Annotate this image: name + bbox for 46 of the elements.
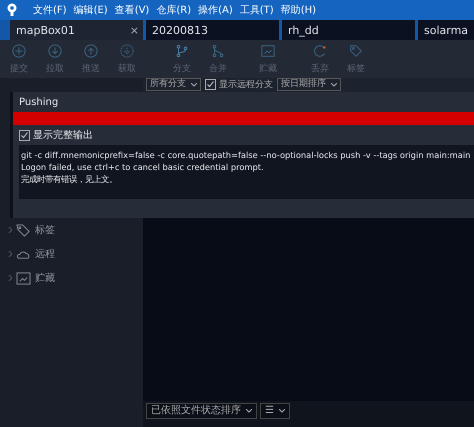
expand-icon[interactable] [8,275,12,281]
app-logo-icon [6,3,18,17]
sidebar-item[interactable]: 远程 [0,242,143,266]
circle-icon [48,44,62,58]
dialog-title: Pushing [19,97,60,110]
repo-tab[interactable]: mapBox01 × [10,20,143,40]
menu-item[interactable]: 文件(F) [33,3,67,17]
view-mode-dropdown[interactable]: ☰ [260,403,290,419]
menu-item[interactable]: 操作(A) [198,3,233,17]
box-icon [261,44,275,58]
caret-icon [191,82,197,86]
repo-tab[interactable]: 20200813 [146,20,279,40]
branch-icon [175,44,189,58]
log-line: 完成时带有错误，见上文。 [21,173,118,185]
menu-item[interactable]: 查看(V) [114,3,150,17]
sidebar-item[interactable]: 贮藏 [0,266,143,290]
menu-item[interactable]: 编辑(E) [74,3,108,17]
expand-icon[interactable] [8,227,12,233]
menu-item[interactable]: 仓库(R) [156,3,192,17]
branch-icon [211,44,225,58]
checkbox[interactable] [19,130,30,140]
checkbox[interactable] [205,79,216,90]
sort-dropdown[interactable]: 按日期排序 [277,78,341,91]
sidebar-item[interactable]: 标签 [0,218,143,242]
file-sort-dropdown[interactable]: 已依照文件状态排序 [146,403,257,419]
caret-icon [331,82,337,86]
log-line: git -c diff.mnemonicprefix=false -c core.quotepath=false --no-optional-locks push -v --tags origin main:main [21,149,472,161]
circle-icon [12,44,26,58]
checkbox-label: 显示完整输出 [33,128,93,142]
expand-icon[interactable] [8,251,12,257]
caret-icon [246,409,252,413]
undo-icon [313,44,327,58]
menu-item[interactable]: 帮助(H) [280,3,316,17]
circle-icon [120,44,134,58]
branch-filter-dropdown[interactable]: 所有分支 [146,78,201,91]
repo-tab[interactable]: rh_dd [282,20,415,40]
caret-icon [278,409,285,413]
circle-icon [84,44,98,58]
close-tab-button[interactable]: × [130,24,139,36]
checkbox-label: 显示远程分支 [219,78,273,91]
repo-tab[interactable]: solarma [418,20,474,40]
box-icon [16,272,31,284]
log-line: Logon failed, use ctrl+c to cancel basic credential prompt. [21,161,265,173]
tag-icon [16,224,31,236]
menu-item[interactable]: 工具(T) [240,3,274,17]
tag-icon [349,44,363,58]
